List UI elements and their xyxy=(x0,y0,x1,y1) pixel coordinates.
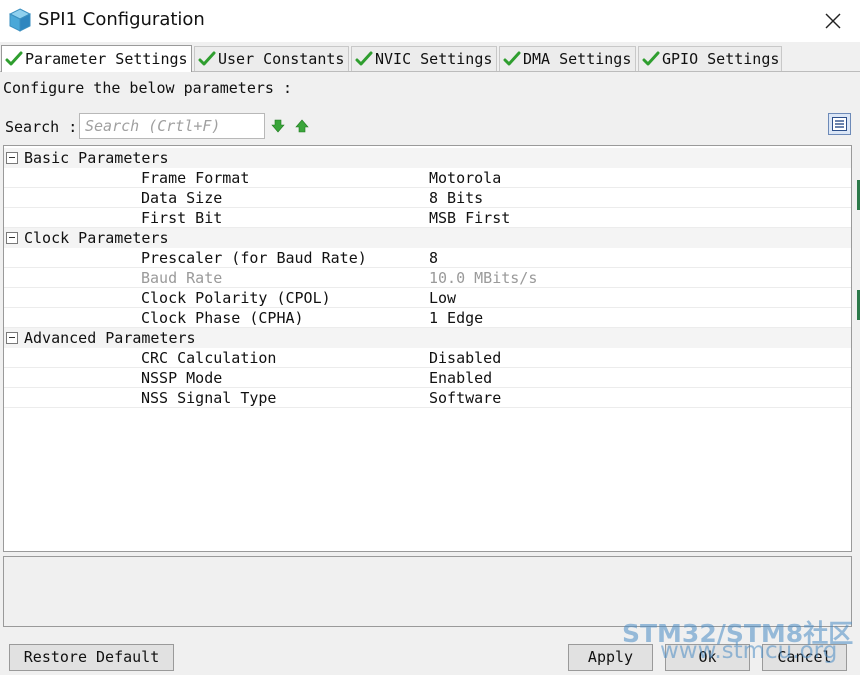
green-check-icon xyxy=(642,51,660,66)
search-previous-button[interactable] xyxy=(295,119,309,133)
param-row-frame-format[interactable]: Frame Format Motorola xyxy=(4,168,851,188)
param-value[interactable]: MSB First xyxy=(429,209,510,227)
close-button[interactable] xyxy=(818,6,848,36)
tab-label: GPIO Settings xyxy=(662,50,780,68)
group-label: Clock Parameters xyxy=(24,229,169,247)
search-input[interactable] xyxy=(79,113,265,139)
collapse-toggle[interactable] xyxy=(6,232,18,244)
param-name: Clock Phase (CPHA) xyxy=(141,309,304,327)
show-description-toggle[interactable] xyxy=(828,113,851,135)
param-value: 10.0 MBits/s xyxy=(429,269,538,287)
cube-icon xyxy=(8,8,32,32)
param-name: Prescaler (for Baud Rate) xyxy=(141,249,367,267)
param-row-clock-polarity[interactable]: Clock Polarity (CPOL) Low xyxy=(4,288,851,308)
param-value[interactable]: Software xyxy=(429,389,501,407)
group-label: Advanced Parameters xyxy=(24,329,196,347)
tab-nvic-settings[interactable]: NVIC Settings xyxy=(351,46,497,71)
tab-label: DMA Settings xyxy=(523,50,632,68)
param-name: NSS Signal Type xyxy=(141,389,277,407)
group-advanced-parameters[interactable]: Advanced Parameters xyxy=(4,328,851,348)
list-view-icon xyxy=(832,117,847,131)
collapse-toggle[interactable] xyxy=(6,332,18,344)
search-label: Search : xyxy=(5,118,78,136)
group-clock-parameters[interactable]: Clock Parameters xyxy=(4,228,851,248)
tab-strip: Parameter Settings User Constants NVIC S… xyxy=(0,45,860,72)
group-label: Basic Parameters xyxy=(24,149,169,167)
param-value[interactable]: Disabled xyxy=(429,349,501,367)
param-name: Clock Polarity (CPOL) xyxy=(141,289,331,307)
tab-label: NVIC Settings xyxy=(375,50,493,68)
param-row-first-bit[interactable]: First Bit MSB First xyxy=(4,208,851,228)
param-row-clock-phase[interactable]: Clock Phase (CPHA) 1 Edge xyxy=(4,308,851,328)
tab-parameter-settings[interactable]: Parameter Settings xyxy=(1,45,192,72)
param-row-prescaler[interactable]: Prescaler (for Baud Rate) 8 xyxy=(4,248,851,268)
search-next-button[interactable] xyxy=(271,119,285,133)
dialog-window: SPI1 Configuration Parameter Settings Us… xyxy=(0,0,860,675)
watermark-url: www.stmcu.org xyxy=(660,638,838,664)
param-name: CRC Calculation xyxy=(141,349,277,367)
green-check-icon xyxy=(503,51,521,66)
green-check-icon xyxy=(355,51,373,66)
green-check-icon xyxy=(198,51,216,66)
tab-label: Parameter Settings xyxy=(25,50,188,68)
tab-user-constants[interactable]: User Constants xyxy=(194,46,349,71)
tab-dma-settings[interactable]: DMA Settings xyxy=(499,46,636,71)
param-name: NSSP Mode xyxy=(141,369,223,387)
tab-gpio-settings[interactable]: GPIO Settings xyxy=(638,46,782,71)
param-row-nssp-mode[interactable]: NSSP Mode Enabled xyxy=(4,368,851,388)
green-check-icon xyxy=(5,51,23,66)
close-icon xyxy=(825,13,841,29)
collapse-toggle[interactable] xyxy=(6,152,18,164)
arrow-down-icon xyxy=(271,119,285,133)
param-row-nss-signal-type[interactable]: NSS Signal Type Software xyxy=(4,388,851,408)
param-value[interactable]: 1 Edge xyxy=(429,309,483,327)
param-value[interactable]: 8 xyxy=(429,249,438,267)
param-name: First Bit xyxy=(141,209,223,227)
param-value[interactable]: 8 Bits xyxy=(429,189,483,207)
window-title: SPI1 Configuration xyxy=(38,9,205,30)
arrow-up-icon xyxy=(295,119,309,133)
param-value[interactable]: Enabled xyxy=(429,369,492,387)
group-basic-parameters[interactable]: Basic Parameters xyxy=(4,148,851,168)
param-name: Frame Format xyxy=(141,169,250,187)
param-name: Baud Rate xyxy=(141,269,223,287)
param-value[interactable]: Low xyxy=(429,289,456,307)
param-row-data-size[interactable]: Data Size 8 Bits xyxy=(4,188,851,208)
configure-instructions: Configure the below parameters : xyxy=(3,79,292,97)
param-row-baud-rate: Baud Rate 10.0 MBits/s xyxy=(4,268,851,288)
param-value[interactable]: Motorola xyxy=(429,169,501,187)
tab-label: User Constants xyxy=(218,50,345,68)
param-row-crc-calculation[interactable]: CRC Calculation Disabled xyxy=(4,348,851,368)
title-bar: SPI1 Configuration xyxy=(0,0,860,42)
param-name: Data Size xyxy=(141,189,223,207)
restore-default-button[interactable]: Restore Default xyxy=(9,644,174,671)
parameter-tree: Basic Parameters Frame Format Motorola D… xyxy=(3,145,852,552)
